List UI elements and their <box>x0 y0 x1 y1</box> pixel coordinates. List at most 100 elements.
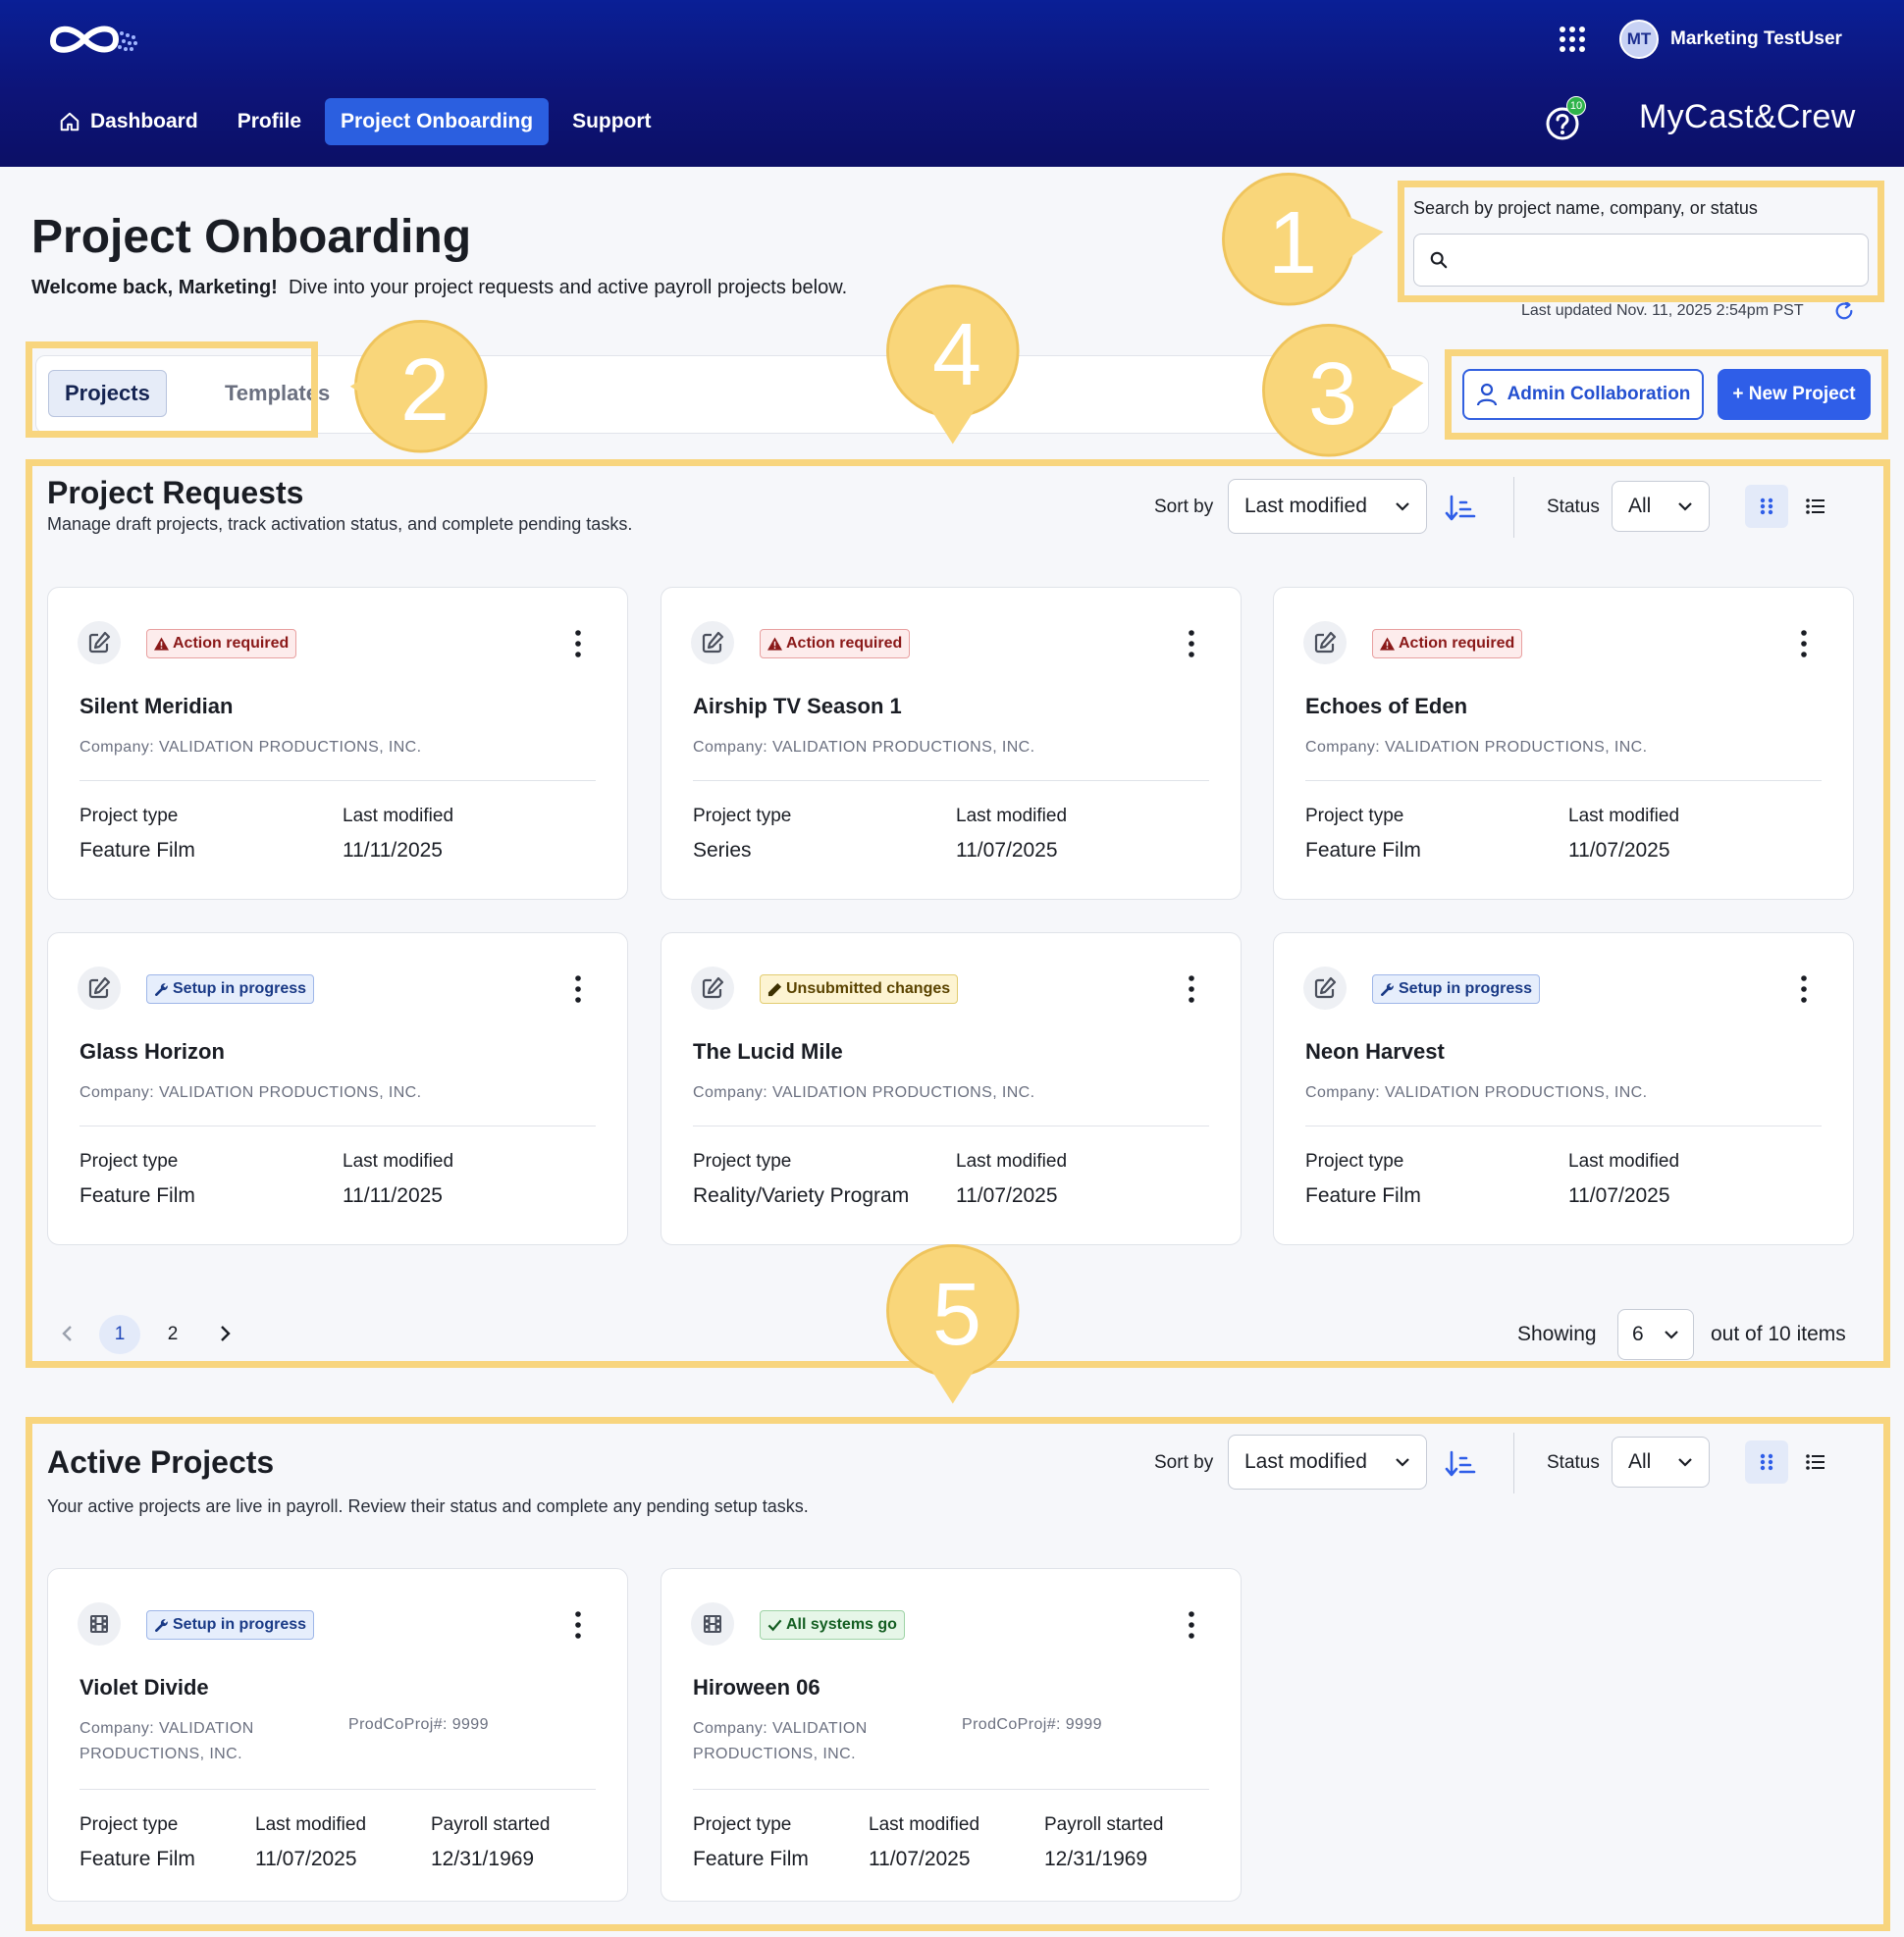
more-options-icon[interactable] <box>570 1610 586 1640</box>
list-view-button[interactable] <box>1794 485 1837 528</box>
status-badge-label: Action required <box>173 635 290 652</box>
edit-icon <box>702 631 724 654</box>
edit-button[interactable] <box>78 967 121 1010</box>
list-view-button[interactable] <box>1794 1440 1837 1484</box>
top-header: MT Marketing TestUser Dashboard Profile … <box>0 0 1904 167</box>
project-name[interactable]: Silent Meridian <box>79 694 233 719</box>
status-badge: Action required <box>1372 629 1523 658</box>
project-request-card[interactable]: Action required Airship TV Season 1 Compan… <box>661 587 1242 900</box>
user-icon <box>1476 383 1497 406</box>
last-modified-value: 11/11/2025 <box>343 839 443 862</box>
more-options-icon[interactable] <box>1184 629 1199 658</box>
apps-grid-icon[interactable] <box>1559 26 1586 53</box>
project-request-card[interactable]: Action required Silent Meridian Company: V… <box>47 587 628 900</box>
pagination-page-2[interactable]: 2 <box>152 1315 193 1354</box>
company-logo-icon[interactable] <box>43 16 141 63</box>
pagination-next-icon[interactable] <box>212 1321 238 1346</box>
new-project-button[interactable]: + New Project <box>1718 369 1871 420</box>
admin-collaboration-button[interactable]: Admin Collaboration <box>1462 369 1704 420</box>
callout-shape <box>886 1244 1020 1404</box>
status-badge: Action required <box>146 629 297 658</box>
more-options-icon[interactable] <box>1796 629 1812 658</box>
prodco-project-number: ProdCoProj#: 9999 <box>348 1716 489 1733</box>
nav-project-onboarding[interactable]: Project Onboarding <box>325 98 550 145</box>
sort-by-value: Last modified <box>1244 1450 1367 1473</box>
tab-templates[interactable]: Templates <box>209 370 345 417</box>
last-modified-label: Last modified <box>956 806 1068 826</box>
status-badge-label: Action required <box>786 635 903 652</box>
edit-button[interactable] <box>691 621 734 664</box>
last-modified-label: Last modified <box>956 1151 1068 1172</box>
project-icon-button[interactable] <box>691 1602 734 1646</box>
user-menu[interactable]: MT Marketing TestUser <box>1619 18 1842 61</box>
annotation-callout-5: 5 <box>886 1244 1026 1404</box>
list-view-icon <box>1806 1454 1825 1470</box>
more-options-icon[interactable] <box>1796 974 1812 1004</box>
project-request-card[interactable]: Action required Echoes of Eden Company: VA… <box>1273 587 1854 900</box>
active-project-card[interactable]: Setup in progress Violet Divide Company: V… <box>47 1568 628 1902</box>
nav-support[interactable]: Support <box>556 98 666 145</box>
tab-projects[interactable]: Projects <box>48 370 167 417</box>
status-select[interactable]: All <box>1612 481 1710 532</box>
nav-profile[interactable]: Profile <box>222 98 317 145</box>
project-request-card[interactable]: Unsubmitted changes The Lucid Mile Company… <box>661 932 1242 1245</box>
more-options-icon[interactable] <box>570 974 586 1004</box>
status-select[interactable]: All <box>1612 1437 1710 1488</box>
last-modified-label: Last modified <box>255 1814 367 1835</box>
company-name: Company: VALIDATION PRODUCTIONS, INC. <box>693 1716 868 1767</box>
active-project-card[interactable]: All systems go Hiroween 06 Company: VALIDA… <box>661 1568 1242 1902</box>
edit-button[interactable] <box>1303 967 1347 1010</box>
more-options-icon[interactable] <box>570 629 586 658</box>
edit-button[interactable] <box>78 621 121 664</box>
project-name[interactable]: The Lucid Mile <box>693 1039 843 1065</box>
pagination-page-1[interactable]: 1 <box>99 1315 140 1354</box>
edit-button[interactable] <box>1303 621 1347 664</box>
more-options-icon[interactable] <box>1184 1610 1199 1640</box>
project-name[interactable]: Glass Horizon <box>79 1039 225 1065</box>
more-options-icon[interactable] <box>1184 974 1199 1004</box>
sort-by-select[interactable]: Last modified <box>1228 1435 1427 1490</box>
page-size-value: 6 <box>1632 1323 1644 1345</box>
check-icon <box>767 1619 782 1632</box>
pagination-prev-icon[interactable] <box>55 1321 80 1346</box>
edit-icon <box>88 631 111 654</box>
refresh-icon[interactable] <box>1833 300 1855 322</box>
nav-profile-label: Profile <box>237 110 302 132</box>
card-divider <box>693 780 1209 781</box>
project-type-label: Project type <box>693 1814 792 1835</box>
project-name[interactable]: Neon Harvest <box>1305 1039 1445 1065</box>
project-type-label: Project type <box>79 1814 179 1835</box>
project-icon-button[interactable] <box>78 1602 121 1646</box>
last-modified-value: 11/07/2025 <box>956 1184 1058 1207</box>
project-name[interactable]: Airship TV Season 1 <box>693 694 902 719</box>
search-input[interactable] <box>1448 235 1868 286</box>
last-modified-value: 11/07/2025 <box>255 1848 357 1870</box>
grid-view-button[interactable] <box>1745 485 1788 528</box>
project-request-card[interactable]: Setup in progress Neon Harvest Company: VA… <box>1273 932 1854 1245</box>
company-name-line-2: PRODUCTIONS, INC. <box>693 1746 856 1762</box>
project-type-label: Project type <box>79 1151 179 1172</box>
project-type-label: Project type <box>1305 1151 1404 1172</box>
edit-button[interactable] <box>691 967 734 1010</box>
grid-view-button[interactable] <box>1745 1440 1788 1484</box>
project-type-value: Feature Film <box>79 839 195 862</box>
card-divider <box>79 780 596 781</box>
sort-direction-icon[interactable] <box>1445 493 1476 524</box>
grid-view-icon <box>1760 1453 1773 1471</box>
project-name[interactable]: Echoes of Eden <box>1305 694 1467 719</box>
sort-by-select[interactable]: Last modified <box>1228 479 1427 534</box>
search-field[interactable] <box>1413 234 1869 287</box>
film-icon <box>90 1615 108 1633</box>
sort-direction-icon[interactable] <box>1445 1448 1476 1480</box>
home-icon <box>60 112 79 131</box>
nav-dashboard[interactable]: Dashboard <box>43 98 214 145</box>
project-name[interactable]: Hiroween 06 <box>693 1675 820 1701</box>
list-view-icon <box>1806 498 1825 514</box>
project-name[interactable]: Violet Divide <box>79 1675 209 1701</box>
status-value: All <box>1628 495 1652 517</box>
page-size-select[interactable]: 6 <box>1617 1309 1694 1360</box>
project-requests-subtitle: Manage draft projects, track activation … <box>47 514 633 534</box>
project-request-card[interactable]: Setup in progress Glass Horizon Company: V… <box>47 932 628 1245</box>
status-badge: Setup in progress <box>146 1610 315 1640</box>
welcome-message: Welcome back, Marketing! Dive into your … <box>31 277 847 299</box>
